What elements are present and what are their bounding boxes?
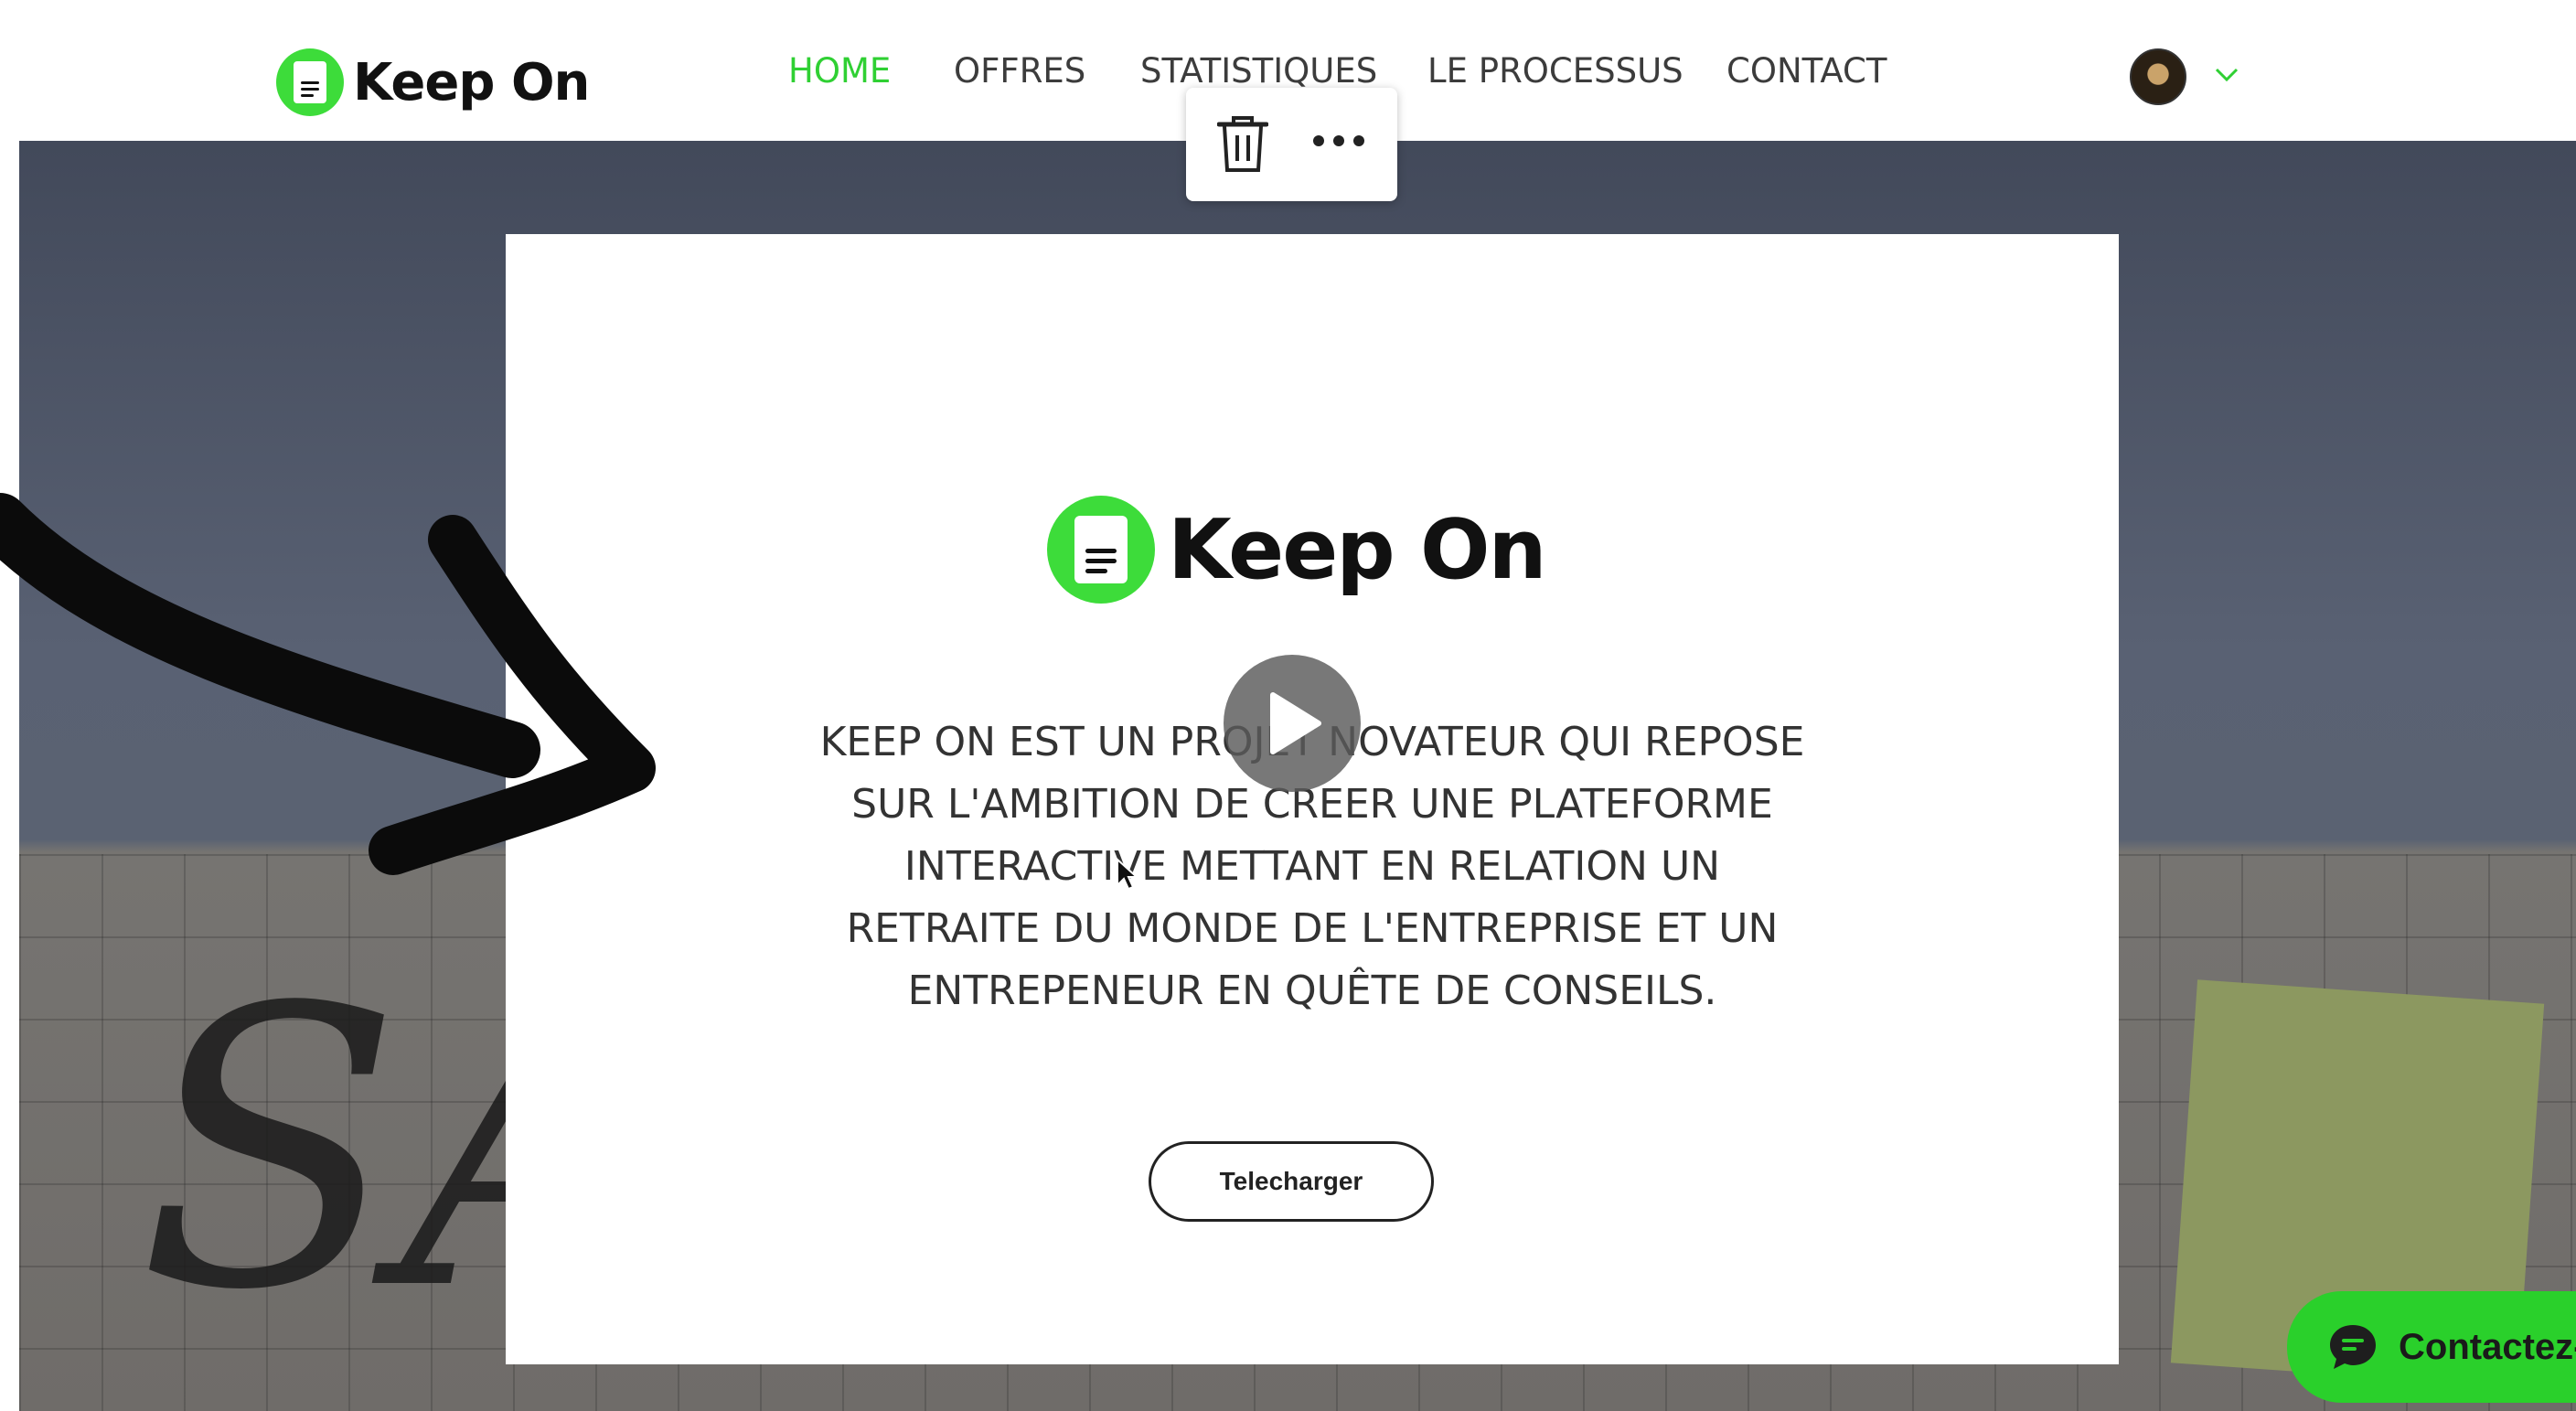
element-toolbar bbox=[1186, 88, 1397, 201]
nav-contact[interactable]: CONTACT bbox=[1726, 51, 1887, 91]
content-card: Keep On KEEP ON EST UN PROJET NOVATEUR Q… bbox=[506, 234, 2119, 1364]
chevron-down-icon[interactable] bbox=[2213, 60, 2240, 88]
description-line: INTERACTIVE METTANT EN RELATION UN bbox=[903, 843, 1721, 890]
document-logo-icon bbox=[1047, 496, 1155, 604]
nav-le-processus[interactable]: LE PROCESSUS bbox=[1427, 51, 1683, 91]
chat-label: Contactez- bbox=[2399, 1326, 2576, 1367]
document-logo-icon bbox=[276, 48, 344, 116]
logo-text: Keep On bbox=[353, 52, 590, 112]
mouse-cursor-icon bbox=[1117, 858, 1138, 891]
chat-bubble-icon bbox=[2330, 1325, 2376, 1369]
more-horizontal-icon[interactable] bbox=[1311, 132, 1366, 150]
play-icon bbox=[1270, 692, 1321, 754]
description-line: RETRAITE DU MONDE DE L'ENTREPRISE ET UN bbox=[846, 905, 1779, 952]
description-line: ENTREPENEUR EN QUÊTE DE CONSEILS. bbox=[907, 967, 1717, 1014]
arrow-annotation-icon bbox=[0, 493, 656, 875]
card-logo-text: Keep On bbox=[1168, 501, 1547, 598]
download-button[interactable]: Telecharger bbox=[1149, 1141, 1434, 1222]
play-button[interactable] bbox=[1224, 655, 1361, 792]
chat-widget[interactable]: Contactez- bbox=[2287, 1291, 2576, 1403]
site-logo[interactable]: Keep On bbox=[276, 46, 590, 119]
nav-home[interactable]: HOME bbox=[788, 51, 891, 91]
card-logo: Keep On bbox=[1047, 496, 1547, 604]
trash-icon[interactable] bbox=[1217, 115, 1268, 174]
nav-statistiques[interactable]: STATISTIQUES bbox=[1140, 51, 1377, 91]
nav-offres[interactable]: OFFRES bbox=[954, 51, 1085, 91]
user-avatar[interactable] bbox=[2130, 48, 2186, 105]
